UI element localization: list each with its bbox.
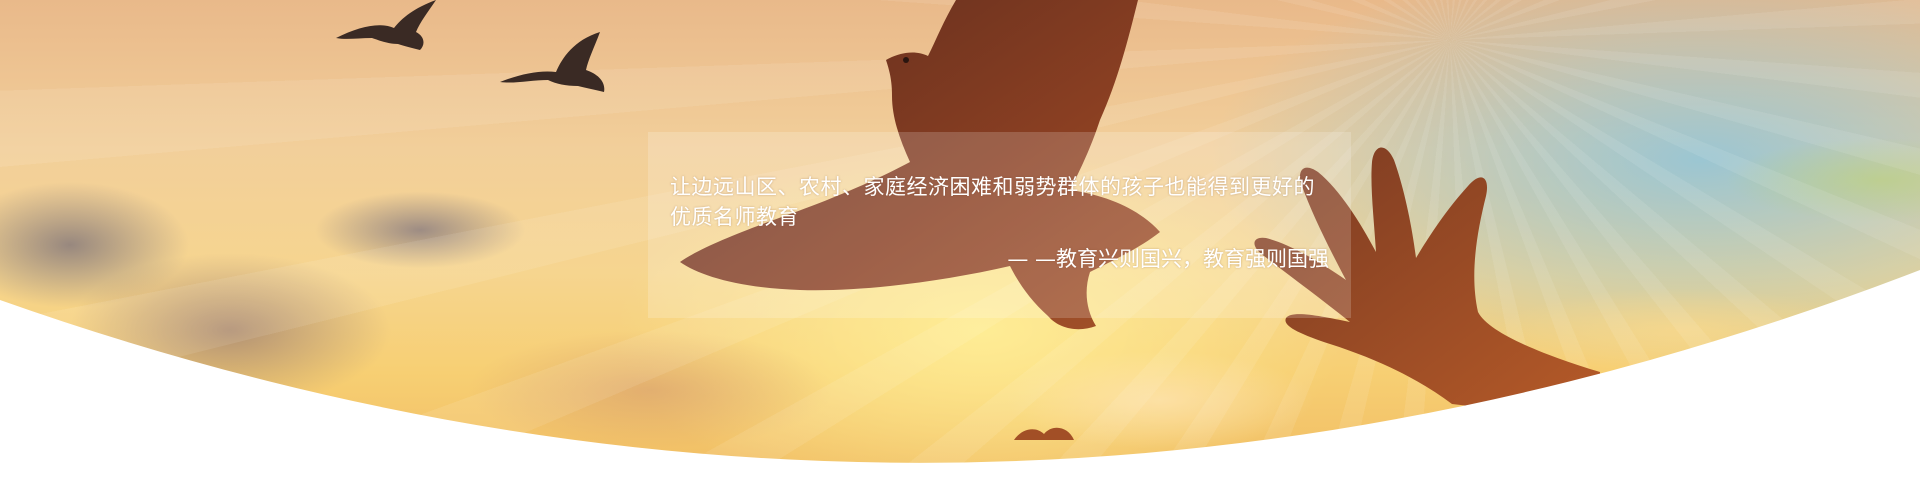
mission-quote: 让边远山区、农村、家庭经济困难和弱势群体的孩子也能得到更好的优质名师教育: [670, 175, 1315, 229]
quote-attribution: — —教育兴则国兴，教育强则国强: [1007, 247, 1329, 271]
hero-banner: 让边远山区、农村、家庭经济困难和弱势群体的孩子也能得到更好的优质名师教育 — —…: [0, 0, 1920, 497]
quote-panel: 让边远山区、农村、家庭经济困难和弱势群体的孩子也能得到更好的优质名师教育 — —…: [648, 132, 1351, 318]
